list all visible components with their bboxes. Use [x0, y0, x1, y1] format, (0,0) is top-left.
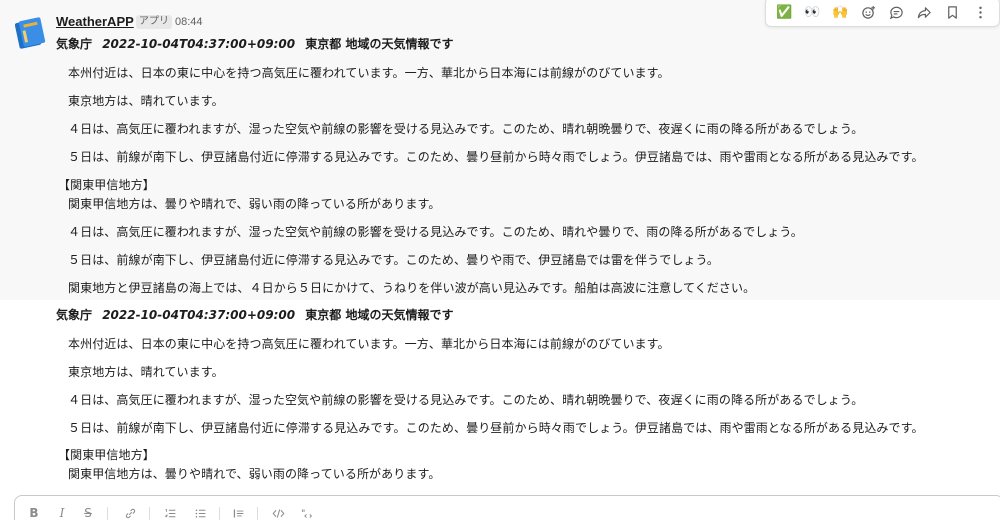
- code-block-icon[interactable]: [297, 504, 315, 520]
- strikethrough-button[interactable]: S: [79, 504, 97, 520]
- headline-timestamp: 2022-10-04T04:37:00+09:00: [102, 37, 296, 51]
- body-line: 本州付近は、日本の東に中心を持つ高気圧に覆われています。一方、華北から日本海には…: [68, 337, 670, 351]
- body-line: ４日は、高気圧に覆われますが、湿った空気や前線の影響を受ける見込みです。このため…: [68, 393, 864, 407]
- headline-title: 東京都 地域の天気情報です: [305, 37, 454, 51]
- body-line: ５日は、前線が南下し、伊豆諸島付近に停滞する見込みです。このため、曇り昼前から時…: [68, 421, 924, 435]
- body-line: ４日は、高気圧に覆われますが、湿った空気や前線の影響を受ける見込みです。このため…: [68, 225, 803, 239]
- message-headline: 気象庁 2022-10-04T04:37:00+09:00 東京都 地域の天気情…: [56, 35, 453, 52]
- notebook-icon: [14, 17, 46, 49]
- body-line: ５日は、前線が南下し、伊豆諸島付近に停滞する見込みです。このため、曇り昼前から時…: [68, 150, 924, 164]
- body-line: 関東甲信地方は、曇りや晴れで、弱い雨の降っている所があります。: [68, 467, 441, 481]
- bold-button[interactable]: B: [25, 504, 43, 520]
- body-line: ５日は、前線が南下し、伊豆諸島付近に停滞する見込みです。このため、曇りや雨で、伊…: [68, 253, 720, 267]
- share-icon[interactable]: [914, 1, 936, 23]
- check-reaction-icon[interactable]: ✅: [773, 1, 795, 23]
- body-line: 東京地方は、晴れています。: [68, 94, 224, 108]
- body-line: ４日は、高気圧に覆われますが、湿った空気や前線の影響を受ける見込みです。このため…: [68, 122, 864, 136]
- message[interactable]: 気象庁 2022-10-04T04:37:00+09:00 東京都 地域の天気情…: [0, 300, 1000, 490]
- bookmark-icon[interactable]: [942, 1, 964, 23]
- headline-agency: 気象庁: [56, 37, 93, 51]
- message-headline: 気象庁 2022-10-04T04:37:00+09:00 東京都 地域の天気情…: [56, 306, 453, 323]
- app-avatar[interactable]: [14, 17, 47, 49]
- raised-hands-reaction-icon[interactable]: 🙌: [829, 1, 851, 23]
- section-heading: 【関東甲信地方】: [58, 178, 155, 192]
- italic-button[interactable]: I: [53, 504, 71, 520]
- sender-name[interactable]: WeatherAPP: [56, 14, 134, 29]
- ordered-list-icon[interactable]: [161, 504, 179, 520]
- message-hovered[interactable]: WeatherAPP アプリ 08:44 気象庁 2022-10-04T04:3…: [0, 0, 1000, 300]
- section-heading: 【関東甲信地方】: [58, 448, 155, 462]
- bulleted-list-icon[interactable]: [191, 504, 209, 520]
- message-time[interactable]: 08:44: [175, 16, 203, 28]
- blockquote-icon[interactable]: [229, 504, 247, 520]
- more-actions-icon[interactable]: [970, 1, 992, 23]
- code-icon[interactable]: [269, 504, 287, 520]
- reply-thread-icon[interactable]: [886, 1, 908, 23]
- toolbar-divider: [219, 507, 220, 520]
- toolbar-divider: [107, 507, 108, 520]
- link-icon[interactable]: [121, 504, 139, 520]
- add-reaction-icon[interactable]: [857, 1, 879, 23]
- eyes-reaction-icon[interactable]: 👀: [801, 1, 823, 23]
- toolbar-divider: [149, 507, 150, 520]
- message-actions-toolbar: ✅ 👀 🙌: [765, 0, 1000, 27]
- app-badge: アプリ: [136, 15, 172, 29]
- headline-timestamp: 2022-10-04T04:37:00+09:00: [102, 308, 296, 322]
- body-line: 東京地方は、晴れています。: [68, 365, 224, 379]
- message-composer[interactable]: B I S: [14, 495, 1000, 520]
- body-line: 関東地方と伊豆諸島の海上では、４日から５日にかけて、うねりを伴い波が高い見込みで…: [68, 281, 756, 295]
- headline-agency: 気象庁: [56, 308, 93, 322]
- headline-title: 東京都 地域の天気情報です: [305, 308, 454, 322]
- body-line: 関東甲信地方は、曇りや晴れで、弱い雨の降っている所があります。: [68, 197, 441, 211]
- body-line: 本州付近は、日本の東に中心を持つ高気圧に覆われています。一方、華北から日本海には…: [68, 66, 670, 80]
- toolbar-divider: [257, 507, 258, 520]
